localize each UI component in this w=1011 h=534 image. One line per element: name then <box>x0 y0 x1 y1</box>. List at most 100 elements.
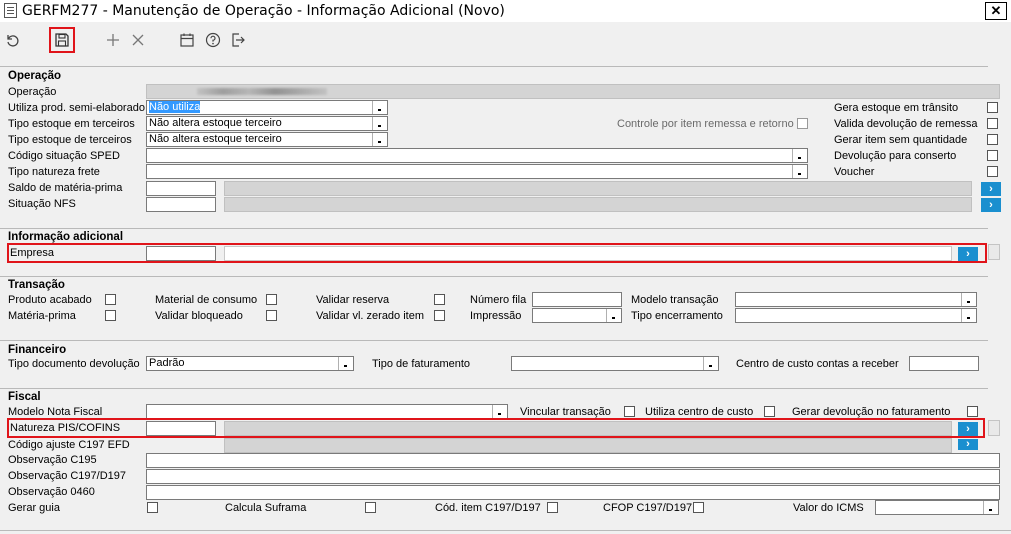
saldo-input[interactable] <box>146 181 216 196</box>
empresa-desc <box>224 246 952 261</box>
scroll-button[interactable] <box>988 244 1000 260</box>
natureza-pis-input[interactable] <box>146 421 216 436</box>
valida-devolucao-label: Valida devolução de remessa <box>834 118 978 130</box>
saldo-label: Saldo de matéria-prima <box>8 182 123 194</box>
tipo-doc-label: Tipo documento devolução <box>8 358 140 370</box>
devolucao-conserto-label: Devolução para conserto <box>834 150 957 162</box>
calcula-suframa-checkbox[interactable] <box>365 502 376 513</box>
utiliza-centro-checkbox[interactable] <box>764 406 775 417</box>
chevron-down-icon[interactable] <box>983 501 998 514</box>
empresa-input[interactable] <box>146 246 216 261</box>
material-consumo-checkbox[interactable] <box>266 294 277 305</box>
help-icon <box>205 32 221 48</box>
devolucao-conserto-checkbox[interactable] <box>987 150 998 161</box>
valor-icms-select[interactable] <box>875 500 999 515</box>
undo-button[interactable] <box>0 28 24 52</box>
tipo-estoque-em-select[interactable]: Não altera estoque terceiro <box>146 116 388 131</box>
exit-button[interactable] <box>226 28 250 52</box>
chevron-down-icon[interactable] <box>961 309 976 322</box>
chevron-down-icon[interactable] <box>338 357 353 370</box>
materia-prima-checkbox[interactable] <box>105 310 116 321</box>
section-divider <box>0 388 988 389</box>
chevron-down-icon[interactable] <box>606 309 621 322</box>
toolbar <box>0 22 1011 60</box>
chevron-down-icon[interactable] <box>372 133 387 146</box>
validar-vl-zerado-checkbox[interactable] <box>434 310 445 321</box>
gerar-guia-checkbox[interactable] <box>147 502 158 513</box>
tipo-natureza-select[interactable] <box>146 164 808 179</box>
centro-custo-input[interactable] <box>909 356 979 371</box>
modelo-nf-label: Modelo Nota Fiscal <box>8 406 103 418</box>
tipo-encerramento-select[interactable] <box>735 308 977 323</box>
help-button[interactable] <box>201 28 225 52</box>
vincular-transacao-checkbox[interactable] <box>624 406 635 417</box>
save-button[interactable] <box>49 27 75 53</box>
utiliza-select[interactable]: Não utiliza <box>146 100 388 115</box>
chevron-down-icon[interactable] <box>792 149 807 162</box>
controle-checkbox[interactable] <box>797 118 808 129</box>
numero-fila-label: Número fila <box>470 294 527 306</box>
tipo-fat-label: Tipo de faturamento <box>372 358 471 370</box>
calendar-button[interactable] <box>175 28 199 52</box>
add-button[interactable] <box>101 28 125 52</box>
empresa-go-button[interactable]: › <box>958 247 978 261</box>
section-divider <box>0 340 988 341</box>
gerar-item-checkbox[interactable] <box>987 134 998 145</box>
close-icon: ✕ <box>990 3 1002 18</box>
modelo-transacao-label: Modelo transação <box>631 294 719 306</box>
obs-c195-input[interactable] <box>146 453 1000 468</box>
situacao-desc <box>224 197 972 212</box>
gerar-devolucao-checkbox[interactable] <box>967 406 978 417</box>
produto-acabado-checkbox[interactable] <box>105 294 116 305</box>
valida-devolucao-checkbox[interactable] <box>987 118 998 129</box>
close-button[interactable]: ✕ <box>985 2 1007 20</box>
codigo-ajuste-go-button[interactable]: › <box>958 439 978 450</box>
natureza-pis-desc <box>224 421 952 436</box>
validar-reserva-checkbox[interactable] <box>434 294 445 305</box>
delete-button[interactable] <box>126 28 150 52</box>
modelo-nf-select[interactable] <box>146 404 508 419</box>
cod-item-checkbox[interactable] <box>547 502 558 513</box>
codigo-sped-select[interactable] <box>146 148 808 163</box>
chevron-down-icon[interactable] <box>792 165 807 178</box>
obs-0460-label: Observação 0460 <box>8 486 95 498</box>
validar-bloqueado-checkbox[interactable] <box>266 310 277 321</box>
tipo-doc-select[interactable]: Padrão <box>146 356 354 371</box>
numero-fila-input[interactable] <box>532 292 622 307</box>
situacao-go-button[interactable]: › <box>981 198 1001 212</box>
chevron-down-icon[interactable] <box>372 101 387 114</box>
validar-reserva-label: Validar reserva <box>316 294 390 306</box>
blurred-operation-text <box>197 88 327 95</box>
section-title-info: Informação adicional <box>8 231 124 243</box>
section-divider <box>0 228 988 229</box>
chevron-down-icon[interactable] <box>961 293 976 306</box>
saldo-desc <box>224 181 972 196</box>
situacao-input[interactable] <box>146 197 216 212</box>
codigo-ajuste-label: Código ajuste C197 EFD <box>8 439 130 451</box>
x-icon <box>132 34 144 46</box>
natureza-pis-label: Natureza PIS/COFINS <box>10 422 121 434</box>
scroll-down-button[interactable] <box>988 420 1000 436</box>
window-title: GERFM277 - Manutenção de Operação - Info… <box>22 3 505 19</box>
obs-0460-input[interactable] <box>146 485 1000 500</box>
calcula-suframa-label: Calcula Suframa <box>225 502 307 514</box>
obs-c197-input[interactable] <box>146 469 1000 484</box>
modelo-transacao-select[interactable] <box>735 292 977 307</box>
saldo-go-button[interactable]: › <box>981 182 1001 196</box>
bottom-border <box>0 530 1011 531</box>
tipo-estoque-de-value: Não altera estoque terceiro <box>149 133 282 145</box>
cod-item-label: Cód. item C197/D197 <box>435 502 541 514</box>
cfop-checkbox[interactable] <box>693 502 704 513</box>
natureza-pis-go-button[interactable]: › <box>958 422 978 436</box>
tipo-estoque-de-select[interactable]: Não altera estoque terceiro <box>146 132 388 147</box>
section-divider <box>0 276 988 277</box>
validar-vl-zerado-label: Validar vl. zerado item <box>316 310 425 322</box>
chevron-down-icon[interactable] <box>492 405 507 418</box>
gera-estoque-checkbox[interactable] <box>987 102 998 113</box>
tipo-fat-select[interactable] <box>511 356 719 371</box>
chevron-down-icon[interactable] <box>703 357 718 370</box>
voucher-label: Voucher <box>834 166 875 178</box>
voucher-checkbox[interactable] <box>987 166 998 177</box>
chevron-down-icon[interactable] <box>372 117 387 130</box>
impressao-select[interactable] <box>532 308 622 323</box>
